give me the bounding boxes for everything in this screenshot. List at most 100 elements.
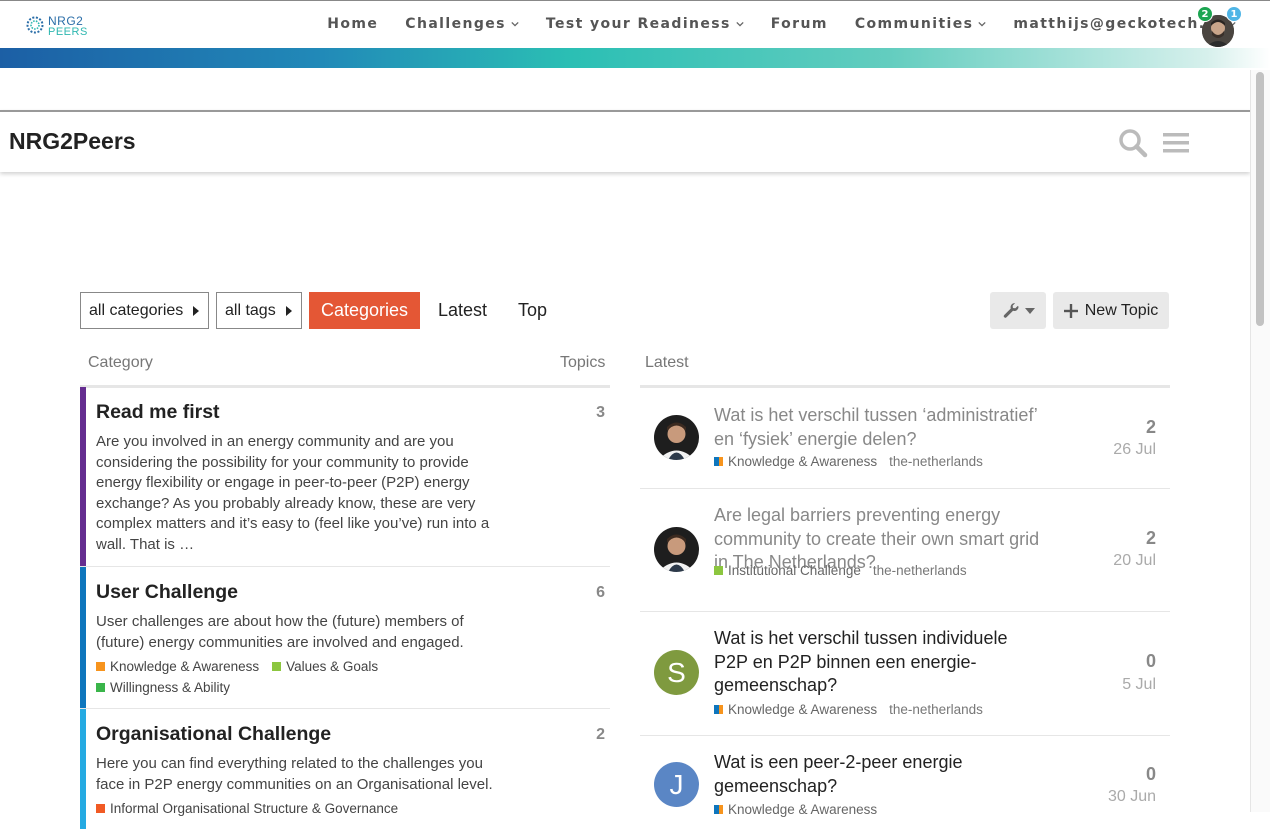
category-description: Are you involved in an energy community …	[96, 433, 490, 553]
category-color-bar	[80, 387, 86, 566]
chevron-down-icon	[511, 21, 519, 27]
topic-title-link[interactable]: Wat is het verschil tussen individuele P…	[714, 627, 1044, 698]
new-topic-button[interactable]: New Topic	[1053, 292, 1169, 329]
categories-filter-label: all categories	[89, 301, 184, 319]
site-logo[interactable]: NRG2 PEERS	[25, 13, 88, 39]
nav-link-challenges[interactable]: Challenges	[405, 16, 519, 32]
category-topic-count: 6	[596, 584, 605, 601]
tab-categories[interactable]: Categories	[309, 292, 421, 329]
category-color-square	[714, 457, 723, 466]
category-name[interactable]: Organisational Challenge	[96, 723, 331, 746]
nav-link-label: Test your Readiness	[545, 16, 731, 32]
category-description: User challenges are about how the (futur…	[96, 613, 464, 651]
search-icon[interactable]	[1118, 128, 1148, 158]
nav-link-label: Challenges	[405, 16, 506, 32]
site-navbar: NRG2 PEERS Home Challenges Test your Readi…	[0, 0, 1270, 48]
subcategory-link[interactable]: Willingness & Ability	[96, 677, 230, 698]
topic-tag-link[interactable]: the-netherlands	[889, 454, 983, 469]
subcategory-name: Willingness & Ability	[110, 680, 231, 695]
subcategory-link[interactable]: Knowledge & Awareness	[96, 656, 259, 677]
topic-tag-link[interactable]: the-netherlands	[889, 702, 983, 717]
latest-topic-row[interactable]: Wat is het verschil tussen ‘administrati…	[640, 388, 1170, 489]
topic-meta: Knowledge & Awareness	[714, 802, 877, 817]
poster-avatar[interactable]: S	[654, 650, 699, 695]
nav-link-communities[interactable]: Communities	[855, 16, 987, 32]
topic-activity-date[interactable]: 20 Jul	[1113, 552, 1156, 570]
subcategory-color-square	[96, 662, 105, 671]
latest-topic-row[interactable]: J Wat is een peer-2-peer energie gemeensc…	[640, 736, 1170, 826]
page-scrollbar[interactable]	[1250, 70, 1270, 812]
logo-text-bottom: PEERS	[48, 26, 88, 38]
topic-category-name: Knowledge & Awareness	[728, 802, 878, 817]
topic-category-link[interactable]: Knowledge & Awareness	[714, 802, 877, 817]
tab-latest-label: Latest	[438, 300, 488, 320]
nav-link-label: Home	[327, 16, 379, 32]
tab-categories-label: Categories	[321, 300, 409, 320]
admin-tools-button[interactable]	[990, 292, 1046, 329]
subcategory-list: Knowledge & Awareness Values & Goals Willi…	[96, 656, 516, 698]
category-row[interactable]: Organisational Challenge 2 Here you can fi…	[80, 709, 610, 829]
tab-top-label: Top	[518, 300, 548, 320]
topic-category-name: Knowledge & Awareness	[728, 454, 878, 469]
topic-category-link[interactable]: Institutional Challenge	[714, 563, 861, 578]
topic-activity-date[interactable]: 5 Jul	[1122, 676, 1156, 694]
categories-filter-dropdown[interactable]: all categories	[80, 292, 209, 329]
topic-title-link[interactable]: Wat is een peer-2-peer energie gemeensch…	[714, 751, 1044, 798]
topic-activity-date[interactable]: 26 Jul	[1113, 441, 1156, 459]
topic-post-count: 2	[1145, 528, 1156, 548]
chevron-down-icon	[978, 21, 987, 27]
topic-activity-date[interactable]: 30 Jun	[1108, 788, 1156, 806]
topic-category-link[interactable]: Knowledge & Awareness	[714, 702, 877, 717]
category-topic-count: 2	[596, 726, 605, 743]
hamburger-menu-icon[interactable]	[1163, 132, 1189, 154]
avatar-photo-icon	[654, 415, 699, 460]
nav-link-test-your-readiness[interactable]: Test your Readiness	[546, 16, 744, 32]
subcategory-link[interactable]: Values & Goals	[272, 656, 378, 677]
category-color-bar	[80, 709, 86, 829]
subcategory-name: Informal Organisational Structure & Gove…	[110, 801, 399, 816]
avatar-letter: J	[669, 769, 684, 800]
subcategory-link[interactable]: Informal Organisational Structure & Gove…	[96, 798, 398, 819]
poster-avatar[interactable]	[654, 415, 699, 460]
topic-category-link[interactable]: Knowledge & Awareness	[714, 454, 877, 469]
poster-avatar[interactable]	[654, 527, 699, 572]
logo-rings-icon	[26, 16, 44, 34]
tags-filter-dropdown[interactable]: all tags	[216, 292, 302, 329]
tab-latest[interactable]: Latest	[426, 292, 499, 329]
latest-topic-row[interactable]: S Wat is het verschil tussen individuele …	[640, 612, 1170, 736]
nav-link-home[interactable]: Home	[327, 16, 378, 32]
notifications-badge[interactable]: 2	[1197, 6, 1213, 22]
topic-post-count: 0	[1145, 651, 1156, 671]
category-row[interactable]: User Challenge 6 User challenges are about…	[80, 567, 610, 709]
scrollbar-thumb[interactable]	[1256, 72, 1264, 326]
category-name[interactable]: Read me first	[96, 401, 220, 424]
header-gradient-band	[0, 48, 1270, 68]
tab-top[interactable]: Top	[506, 292, 559, 329]
nav-link-label: matthijs@geckotech.nl	[1013, 16, 1223, 32]
avatar-photo-icon	[654, 527, 699, 572]
caret-down-icon	[1024, 307, 1035, 314]
wrench-icon	[1003, 302, 1018, 318]
topic-title-link[interactable]: Wat is het verschil tussen ‘administrati…	[714, 404, 1044, 451]
category-column-header: Category	[88, 354, 153, 371]
poster-avatar[interactable]: J	[654, 762, 699, 807]
subcategory-name: Knowledge & Awareness	[110, 659, 260, 674]
plus-icon	[1063, 303, 1078, 318]
category-name[interactable]: User Challenge	[96, 581, 238, 604]
messages-badge[interactable]: 1	[1226, 6, 1242, 22]
caret-right-icon	[285, 305, 292, 316]
category-color-square	[714, 805, 723, 814]
new-topic-label: New Topic	[1084, 301, 1159, 319]
nav-link-label: Communities	[854, 16, 974, 32]
category-color-bar	[80, 567, 86, 708]
forum-title[interactable]: NRG2Peers	[9, 128, 136, 155]
subcategory-list: Informal Organisational Structure & Gove…	[96, 798, 516, 819]
category-row[interactable]: Read me first 3 Are you involved in an ene…	[80, 387, 610, 567]
site-nav-links: Home Challenges Test your Readiness Forum Co…	[327, 16, 1236, 32]
caret-right-icon	[193, 305, 200, 316]
latest-topic-row[interactable]: Are legal barriers preventing energy com…	[640, 489, 1170, 612]
topic-tag-link[interactable]: the-netherlands	[873, 563, 967, 578]
category-description: Here you can find everything related to …	[96, 755, 493, 793]
avatar-letter: S	[667, 657, 686, 688]
nav-link-forum[interactable]: Forum	[771, 16, 828, 32]
